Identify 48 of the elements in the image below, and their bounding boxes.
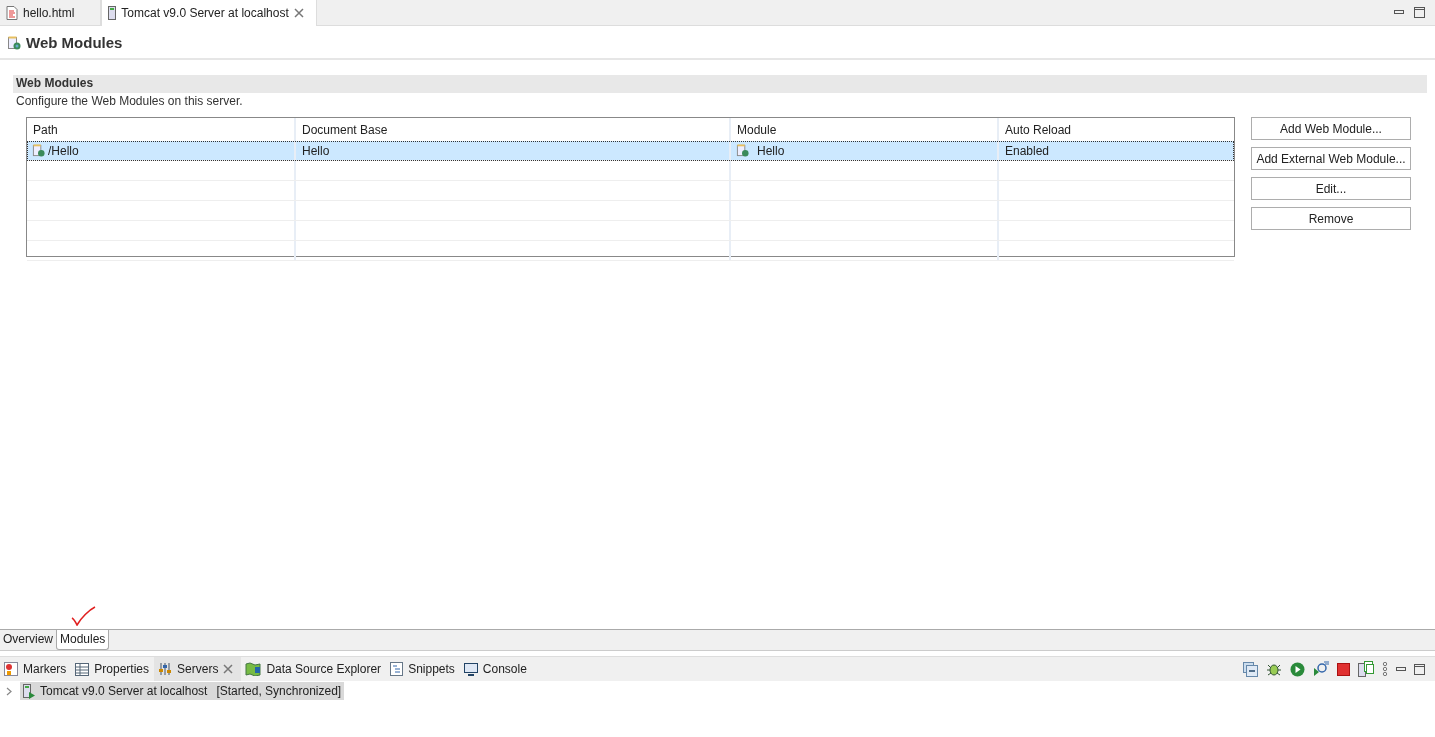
view-tab[interactable]: Markers xyxy=(0,657,72,681)
table-icon xyxy=(75,662,90,676)
minimize-icon[interactable] xyxy=(1394,10,1404,15)
editor-tab[interactable]: Tomcat v9.0 Server at localhost xyxy=(101,0,317,26)
view-tab[interactable]: Console xyxy=(459,657,532,681)
console-icon xyxy=(463,662,478,676)
action-button[interactable]: Edit... xyxy=(1251,177,1411,200)
close-icon[interactable] xyxy=(293,8,304,18)
page-tab[interactable]: Overview xyxy=(0,630,56,650)
collapse-all-icon[interactable] xyxy=(1243,661,1258,677)
action-button[interactable]: Add Web Module... xyxy=(1251,117,1411,140)
play-icon[interactable] xyxy=(1290,661,1305,677)
bug-icon[interactable] xyxy=(1266,661,1282,677)
map-icon xyxy=(245,662,262,676)
publish-icon[interactable] xyxy=(1358,661,1374,677)
markers-icon xyxy=(4,662,18,676)
server-icon xyxy=(23,683,35,699)
table-cell: Hello xyxy=(302,143,330,158)
table-cell: Enabled xyxy=(1005,143,1050,158)
stop-icon[interactable] xyxy=(1337,662,1350,676)
more-icon[interactable] xyxy=(1382,662,1388,676)
table-row[interactable]: /Hello Hello Hello Enabled xyxy=(27,141,1234,161)
web-module-icon xyxy=(7,35,21,50)
column-header[interactable]: Auto Reload xyxy=(999,118,1234,141)
server-item[interactable]: Tomcat v9.0 Server at localhost [Started, Synchronized] xyxy=(20,682,345,700)
maximize-icon[interactable] xyxy=(1414,663,1425,675)
maximize-icon[interactable] xyxy=(1414,7,1425,18)
close-icon[interactable] xyxy=(223,664,234,674)
page-tab[interactable]: Modules xyxy=(56,630,110,650)
view-tab[interactable]: Servers xyxy=(154,657,242,681)
web-module-icon xyxy=(736,144,749,157)
section-description: Configure the Web Modules on this server. xyxy=(15,93,244,109)
web-module-icon xyxy=(32,144,45,157)
server-icon xyxy=(108,6,117,20)
snippets-icon xyxy=(390,662,404,676)
view-tab[interactable]: Data Source Explorer xyxy=(241,657,387,681)
page-title: Web Modules xyxy=(26,34,123,51)
action-button[interactable]: Remove xyxy=(1251,207,1411,230)
table-cell: Hello xyxy=(757,143,785,158)
action-button[interactable]: Add External Web Module... xyxy=(1251,147,1411,170)
view-tab[interactable]: Snippets xyxy=(386,657,460,681)
view-tab[interactable]: Properties xyxy=(71,657,155,681)
expand-chevron-icon[interactable] xyxy=(6,686,12,696)
table-cell: /Hello xyxy=(48,143,79,158)
html-file-icon xyxy=(6,5,18,20)
section-header: Web Modules xyxy=(13,75,1427,93)
sliders-icon xyxy=(158,662,173,676)
minimize-icon[interactable] xyxy=(1396,666,1406,672)
